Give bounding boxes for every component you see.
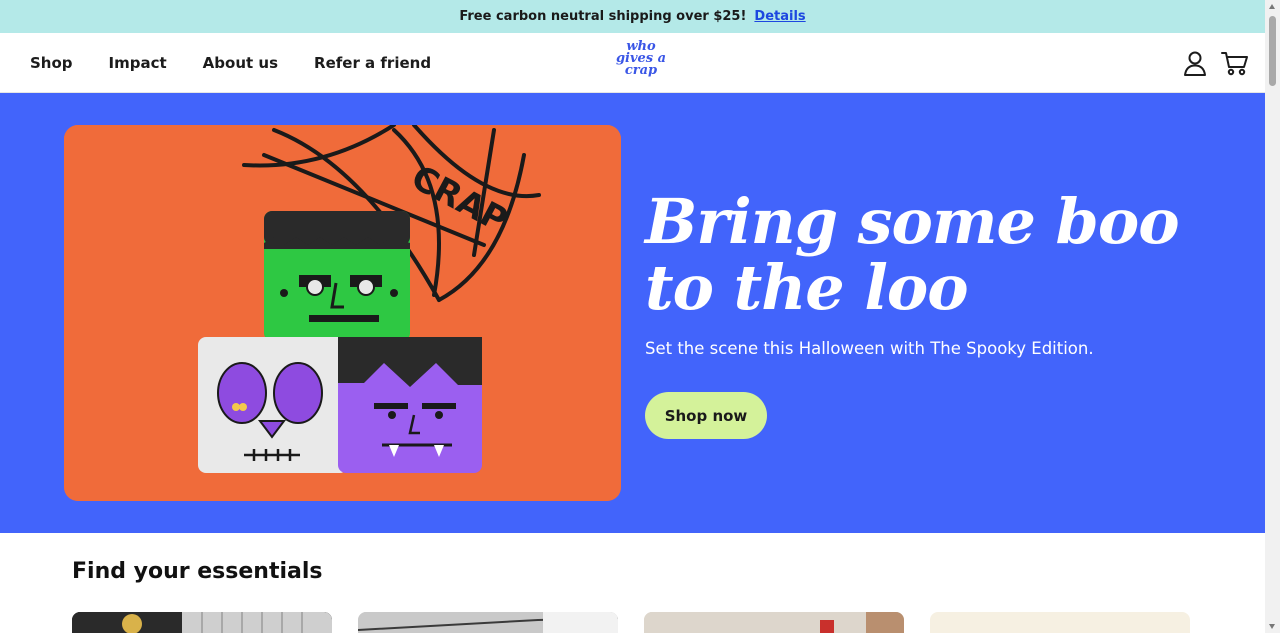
hero-title: Bring some boo to the loo bbox=[645, 185, 1180, 324]
main-nav: Shop Impact About us Refer a friend who … bbox=[0, 33, 1265, 93]
scroll-thumb[interactable] bbox=[1269, 16, 1276, 86]
nav-item-refer-a-friend[interactable]: Refer a friend bbox=[314, 54, 431, 72]
shop-now-button[interactable]: Shop now bbox=[645, 392, 767, 439]
brand-logo[interactable]: who gives a crap bbox=[608, 40, 674, 85]
essentials-card[interactable] bbox=[358, 612, 618, 633]
nav-item-about-us[interactable]: About us bbox=[203, 54, 278, 72]
announcement-text: Free carbon neutral shipping over $25! bbox=[459, 9, 747, 24]
nav-item-impact[interactable]: Impact bbox=[109, 54, 167, 72]
announcement-bar: Free carbon neutral shipping over $25! D… bbox=[0, 0, 1265, 33]
logo-line-3: crap bbox=[624, 63, 658, 78]
nav-icons bbox=[1181, 33, 1249, 93]
essentials-title: Find your essentials bbox=[72, 559, 323, 584]
skull-roll bbox=[198, 337, 348, 473]
essentials-cards bbox=[72, 612, 1190, 633]
announcement-details-link[interactable]: Details bbox=[754, 9, 805, 24]
scroll-down-icon[interactable] bbox=[1269, 624, 1275, 629]
frankenstein-roll bbox=[264, 211, 410, 341]
card-image bbox=[72, 612, 332, 633]
page-scrollbar[interactable] bbox=[1265, 0, 1280, 633]
essentials-card[interactable] bbox=[930, 612, 1190, 633]
hero-section: CRAP Bring some boo to the loo Set the s… bbox=[0, 93, 1265, 533]
account-icon[interactable] bbox=[1181, 49, 1209, 77]
hero-text: Bring some boo to the loo Set the scene … bbox=[645, 189, 1225, 439]
essentials-card[interactable] bbox=[644, 612, 904, 633]
hero-image: CRAP bbox=[64, 125, 621, 501]
essentials-card[interactable] bbox=[72, 612, 332, 633]
spooky-toilet-rolls-illustration: CRAP bbox=[64, 125, 621, 501]
nav-item-shop[interactable]: Shop bbox=[30, 54, 73, 72]
hero-subtitle: Set the scene this Halloween with The Sp… bbox=[645, 339, 1094, 358]
card-image bbox=[358, 612, 618, 633]
scroll-up-icon[interactable] bbox=[1269, 4, 1275, 9]
card-image bbox=[644, 612, 904, 633]
cart-icon[interactable] bbox=[1221, 49, 1249, 77]
nav-links: Shop Impact About us Refer a friend bbox=[30, 33, 431, 93]
dracula-roll bbox=[338, 337, 482, 473]
